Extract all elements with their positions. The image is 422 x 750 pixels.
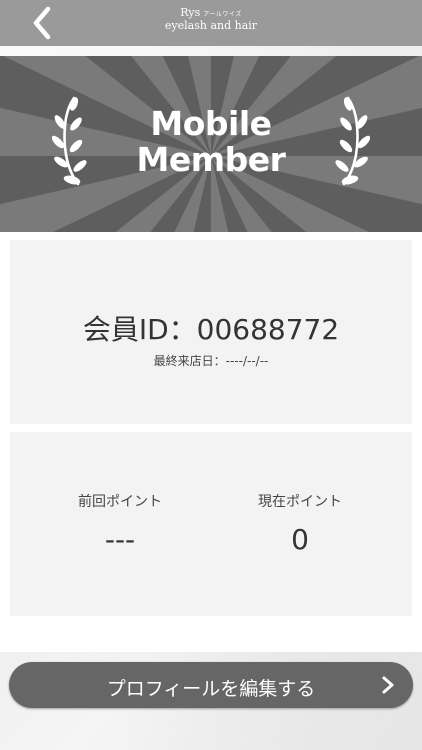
hero-title-line2: Member: [136, 140, 286, 179]
current-points-label: 現在ポイント: [258, 494, 342, 510]
current-points-value: 0: [291, 523, 309, 556]
top-bar: Rys アールワイズ eyelash and hair: [0, 0, 422, 46]
edit-profile-label: プロフィールを編集する: [106, 678, 316, 700]
member-card: 会員ID：00688772 最終来店日：----/--/-- 前回ポイント --…: [0, 232, 422, 652]
member-id-panel: 会員ID：00688772 最終来店日：----/--/--: [10, 240, 412, 424]
brand-subtitle: eyelash and hair: [164, 18, 258, 32]
brand-name: Rys: [180, 6, 201, 19]
brand-logo: Rys アールワイズ eyelash and hair: [0, 6, 422, 32]
mobile-member-banner: Mobile Member: [0, 56, 422, 232]
last-visit-date: 最終来店日：----/--/--: [153, 354, 269, 368]
points-panel: 前回ポイント --- 現在ポイント 0: [10, 432, 412, 616]
hero-title: Mobile Member: [0, 106, 422, 178]
brand-kana: アールワイズ: [203, 11, 242, 18]
previous-points-value: ---: [104, 523, 136, 556]
hero-title-line1: Mobile: [150, 104, 272, 143]
member-id: 会員ID：00688772: [82, 313, 340, 346]
edit-profile-button[interactable]: プロフィールを編集する: [9, 662, 413, 708]
previous-points-label: 前回ポイント: [78, 494, 162, 510]
chevron-right-icon: [382, 676, 394, 694]
